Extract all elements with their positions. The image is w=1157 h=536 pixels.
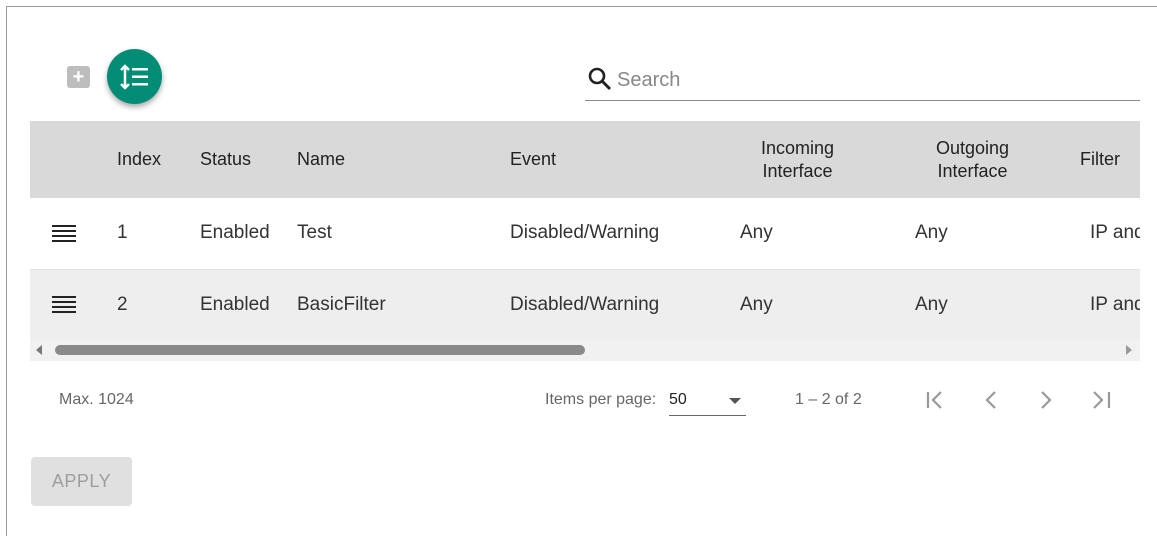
cell-name: BasicFilter bbox=[297, 293, 386, 315]
dropdown-caret-icon bbox=[729, 398, 741, 404]
max-entries-text: Max. 1024 bbox=[59, 391, 134, 408]
cell-outgoing: Any bbox=[915, 293, 948, 315]
items-per-page-select[interactable]: 50 bbox=[669, 388, 746, 416]
drag-handle[interactable] bbox=[30, 198, 117, 269]
reorder-button[interactable] bbox=[107, 49, 162, 104]
chevron-left-icon bbox=[985, 391, 996, 409]
filter-table-container: Index Status Name Event Incoming Interfac… bbox=[30, 121, 1140, 361]
cell-filter: IP and bbox=[1090, 293, 1140, 315]
col-header-name[interactable]: Name bbox=[297, 121, 510, 198]
table-row[interactable]: 2 Enabled BasicFilter Disabled/Warning A… bbox=[30, 269, 1140, 340]
previous-page-button[interactable] bbox=[979, 387, 1005, 413]
drag-handle-icon bbox=[52, 225, 76, 243]
items-per-page-value: 50 bbox=[669, 391, 687, 408]
col-header-outgoing-interface[interactable]: Outgoing Interface bbox=[885, 121, 1060, 198]
table-header: Index Status Name Event Incoming Interfac… bbox=[30, 121, 1140, 198]
cell-filter: IP and bbox=[1090, 222, 1140, 244]
apply-button[interactable]: APPLY bbox=[31, 457, 132, 506]
scroll-right-arrow-icon[interactable] bbox=[1126, 345, 1132, 355]
page-range-label: 1 – 2 of 2 bbox=[795, 391, 862, 408]
drag-handle[interactable] bbox=[30, 269, 117, 340]
cell-index: 1 bbox=[117, 222, 128, 244]
add-button[interactable]: + bbox=[67, 66, 90, 88]
cell-status: Enabled bbox=[200, 222, 270, 244]
scroll-left-arrow-icon[interactable] bbox=[36, 345, 42, 355]
cell-name: Test bbox=[297, 222, 332, 244]
col-header-status[interactable]: Status bbox=[200, 121, 297, 198]
first-page-icon bbox=[926, 391, 942, 409]
cell-event: Disabled/Warning bbox=[510, 293, 660, 315]
cell-status: Enabled bbox=[200, 293, 270, 315]
col-header-incoming-interface[interactable]: Incoming Interface bbox=[710, 121, 885, 198]
last-page-icon bbox=[1093, 391, 1111, 409]
last-page-button[interactable] bbox=[1089, 387, 1115, 413]
drag-handle-icon bbox=[52, 296, 76, 314]
first-page-button[interactable] bbox=[923, 387, 949, 413]
col-header-drag bbox=[30, 121, 117, 198]
horizontal-scrollbar[interactable] bbox=[30, 339, 1140, 361]
next-page-button[interactable] bbox=[1033, 387, 1059, 413]
scrollbar-thumb[interactable] bbox=[55, 345, 585, 355]
col-header-event[interactable]: Event bbox=[510, 121, 710, 198]
plus-icon: + bbox=[72, 66, 85, 88]
reorder-list-icon bbox=[119, 63, 148, 90]
cell-index: 2 bbox=[117, 293, 128, 315]
cell-outgoing: Any bbox=[915, 222, 948, 244]
table-row[interactable]: 1 Enabled Test Disabled/Warning Any Any … bbox=[30, 198, 1140, 269]
filter-table: Index Status Name Event Incoming Interfac… bbox=[30, 121, 1140, 341]
chevron-right-icon bbox=[1041, 391, 1052, 409]
search-input[interactable] bbox=[617, 66, 1117, 94]
items-per-page-label: Items per page: bbox=[545, 391, 657, 408]
search-field[interactable] bbox=[585, 60, 1140, 101]
cell-incoming: Any bbox=[740, 222, 773, 244]
col-header-index[interactable]: Index bbox=[117, 121, 200, 198]
search-icon bbox=[588, 67, 612, 91]
cell-incoming: Any bbox=[740, 293, 773, 315]
cell-event: Disabled/Warning bbox=[510, 222, 660, 244]
col-header-filter[interactable]: Filter bbox=[1060, 121, 1140, 198]
